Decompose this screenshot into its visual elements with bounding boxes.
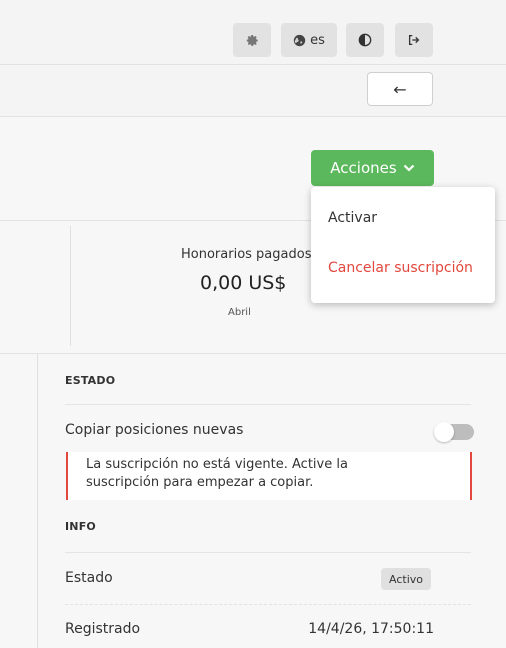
alert-text-line-2: suscripción para empezar a copiar. <box>86 475 314 490</box>
fees-paid-label: Honorarios pagados <box>181 247 312 262</box>
divider <box>70 226 71 346</box>
language-label: es <box>310 32 325 48</box>
alert-text-line-1: La suscripción no está vigente. Active l… <box>86 457 348 472</box>
gear-icon <box>246 34 259 47</box>
copy-new-positions-toggle[interactable] <box>434 422 474 442</box>
navigation-bar: ← <box>0 65 506 117</box>
globe-icon <box>293 34 306 47</box>
registered-label: Registrado <box>65 621 141 637</box>
toggle-knob <box>434 422 454 442</box>
divider <box>65 604 471 605</box>
arrow-left-icon: ← <box>393 79 407 99</box>
back-button[interactable]: ← <box>367 72 433 106</box>
section-title-info: INFO <box>65 520 96 533</box>
status-label: Estado <box>65 570 113 586</box>
registered-value: 14/4/26, 17:50:11 <box>308 621 434 637</box>
menu-item-cancel-subscription[interactable]: Cancelar suscripción <box>328 260 473 276</box>
language-button[interactable]: es <box>281 23 337 57</box>
section-title-estado: ESTADO <box>65 374 116 387</box>
chevron-down-icon <box>403 159 415 177</box>
fees-period-label: Abril <box>228 307 251 318</box>
logout-icon <box>407 33 421 47</box>
copy-new-positions-label: Copiar posiciones nuevas <box>65 422 244 438</box>
details-panel: ESTADO Copiar posiciones nuevas La suscr… <box>37 354 506 648</box>
contrast-icon <box>358 33 372 47</box>
divider <box>65 552 471 553</box>
logout-button[interactable] <box>395 23 433 57</box>
divider <box>65 404 471 405</box>
menu-item-activate[interactable]: Activar <box>328 210 377 226</box>
top-bar: es <box>0 0 506 65</box>
actions-label: Acciones <box>330 159 397 177</box>
theme-toggle-button[interactable] <box>346 23 384 57</box>
actions-button[interactable]: Acciones <box>311 150 434 186</box>
fees-paid-value: 0,00 US$ <box>200 272 287 294</box>
actions-dropdown-menu: Activar Cancelar suscripción <box>311 187 495 303</box>
status-badge: Activo <box>381 568 431 590</box>
settings-button[interactable] <box>233 23 271 57</box>
subscription-warning-alert: La suscripción no está vigente. Active l… <box>66 452 472 500</box>
